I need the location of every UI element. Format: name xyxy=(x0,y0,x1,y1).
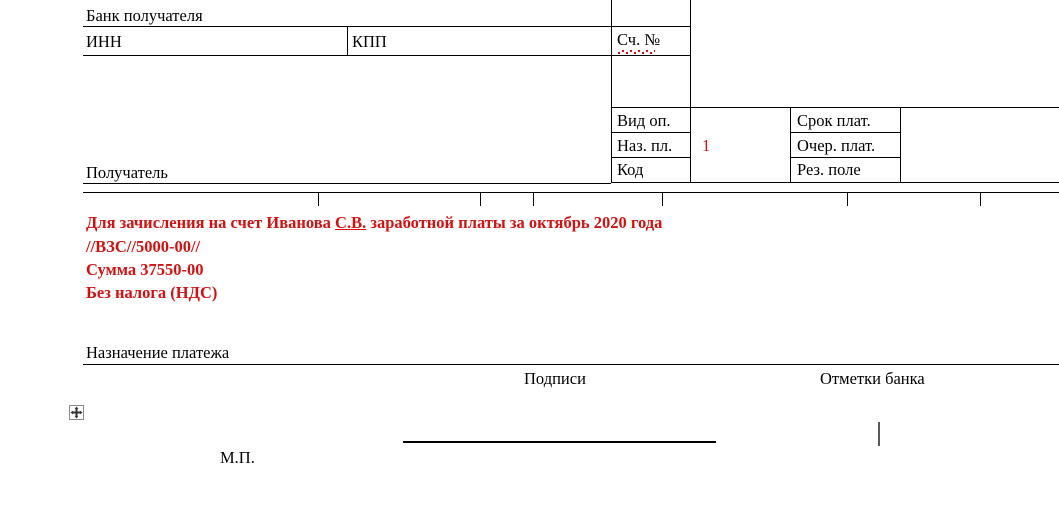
codes-strip-divider-2 xyxy=(480,192,481,206)
purpose-line1-initials: С.В. xyxy=(335,213,367,232)
ocher-plat-label: Очер. плат. xyxy=(797,136,876,155)
codes-strip-divider-6 xyxy=(980,192,981,206)
right-col-left-border xyxy=(611,0,612,183)
operations-block-bottom-border xyxy=(611,182,1059,183)
purpose-text-line-4[interactable]: Без налога (НДС) xyxy=(86,284,217,302)
spellcheck-underline-icon xyxy=(617,50,655,54)
recipient-underline xyxy=(83,183,611,184)
codes-strip-top-border xyxy=(83,192,1059,193)
naz-pl-label: Наз. пл. xyxy=(617,136,673,155)
ocher-plat-bottom-border xyxy=(790,157,901,158)
srok-plat-bottom-border xyxy=(790,132,901,133)
purpose-text-line-3[interactable]: Сумма 37550-00 xyxy=(86,261,204,279)
codes-strip-divider-4 xyxy=(662,192,663,206)
rez-pole-label: Рез. поле xyxy=(797,160,861,179)
codes-strip-divider-5 xyxy=(847,192,848,206)
purpose-label: Назначение платежа xyxy=(86,343,230,362)
operations-block-top-border xyxy=(611,107,1059,108)
codes-strip-divider-3 xyxy=(533,192,534,206)
vid-op-bottom-border xyxy=(611,132,691,133)
purpose-line1-part2: заработной платы за октябрь 2020 года xyxy=(366,213,663,232)
purpose-text-line-2[interactable]: //ВЗС//5000-00// xyxy=(86,238,200,256)
bank-recipient-label: Банк получателя xyxy=(86,6,203,25)
srok-plat-label: Срок плат. xyxy=(797,111,871,130)
right-col-label-divider xyxy=(690,0,691,183)
account-label: Сч. № xyxy=(617,30,661,49)
term-block-right-border xyxy=(900,107,901,183)
codes-strip-divider-1 xyxy=(318,192,319,206)
payment-order-form: Банк получателя ИНН КПП Сч. № Вид оп. На… xyxy=(0,0,1059,518)
recipient-label: Получатель xyxy=(86,163,168,182)
purpose-underline xyxy=(83,364,1059,365)
account-row-bottom-border xyxy=(611,55,691,56)
text-caret xyxy=(878,422,880,446)
term-block-left-border xyxy=(790,107,791,183)
purpose-text-line-1[interactable]: Для зачисления на счет Иванова С.В. зара… xyxy=(86,213,663,232)
naz-pl-value[interactable]: 1 xyxy=(702,137,710,155)
naz-pl-bottom-border xyxy=(611,157,691,158)
kpp-label: КПП xyxy=(352,32,387,51)
bank-marks-label: Отметки банка xyxy=(820,369,925,388)
signature-line[interactable] xyxy=(403,441,716,443)
stamp-label: М.П. xyxy=(220,448,255,467)
kod-label: Код xyxy=(617,160,644,179)
vid-op-label: Вид оп. xyxy=(617,111,671,130)
move-handle-icon[interactable] xyxy=(69,405,84,420)
inn-kpp-divider xyxy=(347,27,348,56)
purpose-line1-part1: Для зачисления на счет Иванова xyxy=(86,213,336,232)
signatures-label: Подписи xyxy=(524,369,586,388)
account-row-top-border xyxy=(611,26,691,27)
inn-label: ИНН xyxy=(86,32,122,51)
